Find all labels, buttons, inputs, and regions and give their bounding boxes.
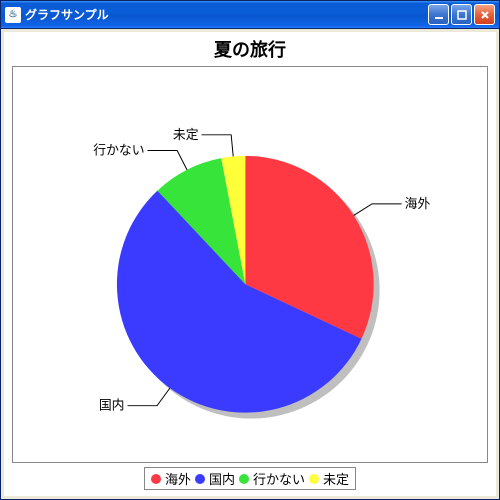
window-title: グラフサンプル bbox=[25, 6, 428, 23]
java-icon: ♨ bbox=[5, 7, 21, 23]
minimize-button[interactable] bbox=[428, 4, 449, 25]
titlebar[interactable]: ♨ グラフサンプル bbox=[1, 1, 499, 29]
slice-label: 未定 bbox=[173, 127, 199, 142]
legend-swatch bbox=[309, 474, 319, 484]
client-area: 夏の旅行 海外国内行かない未定 海外国内行かない未定 bbox=[4, 32, 496, 496]
app-window: ♨ グラフサンプル 夏の旅行 海外国内行かない未定 海外国内行かない未定 bbox=[0, 0, 500, 500]
legend-swatch bbox=[151, 474, 161, 484]
legend-swatch bbox=[195, 474, 205, 484]
close-button[interactable] bbox=[474, 4, 495, 25]
chart-title: 夏の旅行 bbox=[4, 32, 496, 64]
plot-area: 海外国内 行かない 未定 bbox=[12, 66, 488, 463]
legend-label: 海外 bbox=[165, 469, 191, 488]
maximize-button[interactable] bbox=[451, 4, 472, 25]
legend-label: 行かない bbox=[253, 469, 305, 488]
legend: 海外国内行かない未定 bbox=[144, 467, 356, 490]
legend-label: 未定 bbox=[323, 469, 349, 488]
pie-chart: 海外国内 行かない 未定 bbox=[13, 67, 487, 462]
legend-swatch bbox=[239, 474, 249, 484]
slice-label: 国内 bbox=[99, 398, 125, 413]
slice-label: 行かない bbox=[93, 142, 144, 157]
window-controls bbox=[428, 4, 495, 25]
slice-label: 海外 bbox=[405, 196, 431, 211]
legend-label: 国内 bbox=[209, 469, 235, 488]
